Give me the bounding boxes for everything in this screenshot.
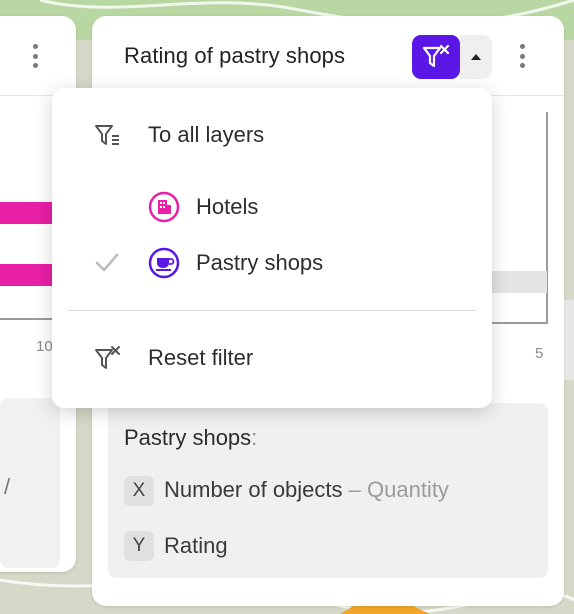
kebab-dot: [32, 53, 38, 59]
legend-fragment: /: [4, 474, 11, 499]
x-tick-label: 10: [36, 338, 53, 355]
filter-dropdown-toggle[interactable]: [460, 35, 492, 79]
x-axis-aggregation: Quantity: [367, 477, 449, 502]
x-axis-field: Number of objects: [164, 477, 343, 502]
chart-x-axis: [491, 322, 548, 324]
cup-icon: [148, 247, 180, 279]
menu-item-label: Pastry shops: [196, 250, 324, 275]
kebab-dot: [519, 63, 525, 68]
x-axis-legend-row: Number of objects – Quantity: [164, 477, 449, 503]
filter-list-icon: [92, 120, 122, 150]
kebab-dot: [32, 63, 38, 68]
card-menu-button[interactable]: [514, 42, 530, 70]
x-tick-label: 5: [535, 345, 544, 362]
caret-up-icon: [471, 54, 481, 60]
y-axis-field: Rating: [164, 533, 228, 558]
chart-bar: [491, 271, 547, 293]
menu-item-hotels[interactable]: Hotels: [52, 182, 492, 232]
legend-colon: :: [251, 425, 258, 450]
menu-item-to-all-layers[interactable]: To all layers: [52, 110, 492, 160]
filter-button[interactable]: [412, 35, 460, 79]
kebab-dot: [519, 44, 525, 49]
kebab-dot: [519, 53, 525, 59]
filter-dropdown-menu: To all layers Hotels Pastry shops Reset …: [52, 88, 492, 408]
menu-item-pastry-shops[interactable]: Pastry shops: [52, 238, 492, 288]
hotel-icon: [148, 191, 180, 223]
axis-legend: Pastry shops: X Number of objects – Quan…: [108, 403, 548, 578]
menu-item-label: Hotels: [196, 194, 259, 219]
card-title: Rating of pastry shops: [124, 43, 346, 68]
card-menu-button[interactable]: [27, 42, 43, 70]
menu-item-label: To all layers: [148, 122, 265, 147]
x-axis-separator: –: [342, 477, 367, 502]
legend-title: Pastry shops:: [124, 425, 257, 451]
check-icon: [94, 251, 120, 275]
x-axis-badge: X: [124, 476, 154, 506]
filter-reset-icon: [92, 343, 122, 373]
legend-layer-name: Pastry shops: [124, 425, 252, 450]
menu-item-label: Reset filter: [148, 345, 254, 370]
kebab-dot: [32, 44, 38, 49]
menu-item-reset-filter[interactable]: Reset filter: [52, 333, 492, 383]
filter-reset-icon: [422, 44, 450, 68]
y-axis-badge: Y: [124, 531, 154, 561]
legend-box: /: [0, 398, 60, 568]
menu-divider: [68, 310, 476, 311]
